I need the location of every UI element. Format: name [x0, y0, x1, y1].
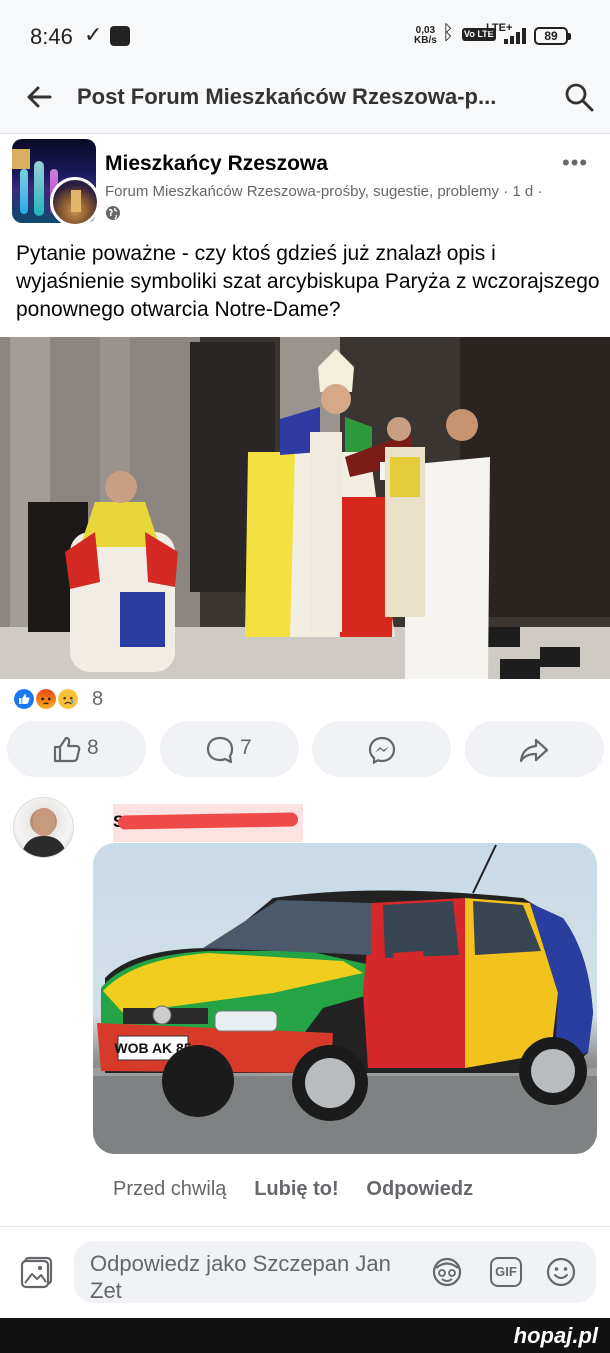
avatar-sticker-icon[interactable]	[430, 1255, 464, 1289]
reply-input[interactable]: Odpowiedz jako Szczepan Jan Zet GIF	[74, 1241, 596, 1303]
post-group-name[interactable]: Forum Mieszkańców Rzeszowa-prośby, suges…	[105, 183, 499, 200]
photo-attach-icon[interactable]	[20, 1255, 54, 1289]
signal-icon	[500, 28, 526, 44]
comment-like-button[interactable]: Lubię to!	[254, 1178, 338, 1200]
comment-count: 7	[240, 736, 252, 759]
comment-reply-button[interactable]: Odpowiedz	[366, 1178, 473, 1200]
share-icon	[519, 738, 549, 763]
network-speed: 0,03 KB/s	[414, 25, 437, 46]
comment-time: Przed chwilą	[113, 1178, 227, 1200]
thumbs-up-icon	[53, 736, 81, 763]
watermark-bar: hopaj.pl	[0, 1318, 610, 1353]
app-notification-icon	[110, 26, 130, 46]
post-group-info: Forum Mieszkańców Rzeszowa-prośby, suges…	[105, 181, 545, 225]
download-done-icon: ✓	[84, 22, 103, 47]
back-arrow-icon[interactable]	[22, 80, 56, 114]
page-title: Post Forum Mieszkańców Rzeszowa-p...	[77, 84, 497, 109]
comment-meta: Przed chwilą Lubię to! Odpowiedz	[113, 1178, 473, 1201]
reply-bar: Odpowiedz jako Szczepan Jan Zet GIF	[0, 1226, 610, 1314]
battery-icon: 89	[534, 27, 571, 45]
globe-icon	[106, 206, 120, 220]
post-actions: 8 7	[7, 721, 605, 777]
comment-button[interactable]: 7	[160, 721, 299, 777]
share-button[interactable]	[465, 721, 604, 777]
post-author[interactable]: Mieszkańcy Rzeszowa	[105, 152, 328, 176]
angry-reaction-icon	[34, 687, 58, 711]
like-button[interactable]: 8	[7, 721, 146, 777]
comment-icon	[206, 736, 234, 764]
clock: 8:46	[30, 24, 73, 49]
messenger-icon	[368, 736, 396, 765]
comment-image[interactable]: WOB AK 85	[93, 843, 597, 1154]
search-icon[interactable]	[562, 80, 596, 114]
watermark-logo: hopaj.pl	[513, 1323, 598, 1348]
group-avatar-badge[interactable]	[50, 177, 100, 227]
bluetooth-icon: ᛒ	[442, 22, 454, 44]
post-time[interactable]: 1 d	[512, 183, 533, 200]
like-count: 8	[87, 736, 99, 759]
commenter-name-redacted[interactable]: S	[113, 804, 303, 842]
send-button[interactable]	[312, 721, 451, 777]
reaction-count: 8	[92, 688, 104, 710]
post-text: Pytanie poważne - czy ktoś gdzieś już zn…	[16, 242, 600, 321]
commenter-avatar[interactable]	[13, 797, 74, 858]
more-options-icon[interactable]: •••	[562, 150, 588, 176]
gif-icon[interactable]: GIF	[490, 1257, 522, 1287]
app-header: Post Forum Mieszkańców Rzeszowa-p...	[0, 72, 610, 134]
emoji-icon[interactable]	[544, 1255, 578, 1289]
like-reaction-icon	[12, 687, 36, 711]
status-bar: 8:46 ✓ 0,03 KB/s ᛒ Vo LTE LTE+ 89	[0, 0, 610, 72]
post-photo[interactable]	[0, 337, 610, 679]
sad-reaction-icon	[56, 687, 80, 711]
reply-placeholder: Odpowiedz jako Szczepan Jan Zet	[90, 1251, 391, 1303]
